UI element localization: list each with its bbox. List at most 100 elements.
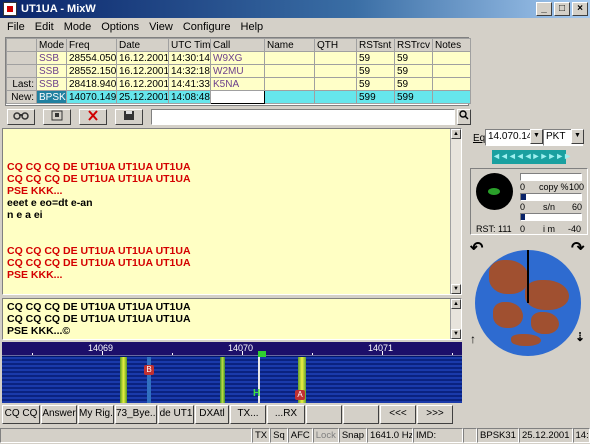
tuning-flag-icon[interactable] [258,351,266,357]
notes-field[interactable] [151,109,455,125]
cell-name[interactable] [264,51,315,65]
col-header-name[interactable]: Name [264,38,315,52]
cell-time[interactable]: 14:08:48 [168,90,211,104]
macro-prev-page-button[interactable]: <<< [380,405,416,424]
scroll-down-icon[interactable]: ▼ [451,329,461,339]
cell-freq[interactable]: 28552.150 [66,64,117,78]
beam-heading-map[interactable]: ↶ ↷ ↑ ⇣ [470,240,588,360]
cell-name[interactable] [264,90,315,104]
cell-rst-snt[interactable]: 59 [356,64,395,78]
cell-qth[interactable] [314,51,357,65]
chevron-down-icon[interactable]: ▼ [571,129,584,144]
delete-x-icon[interactable] [79,109,107,125]
cell-notes[interactable] [432,90,471,104]
macro-dxatl-button[interactable]: DXAtl [195,405,229,424]
rotate-cw-icon[interactable]: ↷ [571,238,584,258]
col-header-utc-time[interactable]: UTC Time [168,38,211,52]
cell-freq[interactable]: 14070.149 [66,90,117,104]
macro-tx-button[interactable]: TX... [230,405,266,424]
col-header-date[interactable]: Date [116,38,169,52]
cell-time[interactable]: 14:41:33 [168,77,211,91]
azimuthal-globe[interactable] [475,250,581,356]
menu-help[interactable]: Help [236,21,269,33]
macro-cq-button[interactable]: CQ CQ [2,405,40,424]
cell-call[interactable]: W9XG [210,51,265,65]
cell-mode[interactable]: SSB [36,64,67,78]
status-lock[interactable]: Lock [312,428,339,443]
cell-call[interactable]: K5NA [210,77,265,91]
cell-notes[interactable] [432,64,471,78]
cell-time[interactable]: 14:32:18 [168,64,211,78]
call-input[interactable] [210,90,265,104]
minimize-button[interactable]: _ [536,2,552,16]
macro-next-page-button[interactable]: >>> [417,405,453,424]
cell-date[interactable]: 25.12.2001 [116,90,169,104]
status-tx[interactable]: TX [252,428,271,443]
log-row[interactable]: SSB 28552.150 16.12.2001 14:32:18 W2MU 5… [6,64,471,78]
cell-qth[interactable] [314,90,357,104]
status-sq[interactable]: Sq [270,428,288,443]
macro-73bye-button[interactable]: 73_Bye... [115,405,157,424]
cell-mode[interactable]: SSB [36,77,67,91]
cell-date[interactable]: 16.12.2001 [116,51,169,65]
menu-file[interactable]: File [2,21,30,33]
cell-notes[interactable] [432,51,471,65]
waterfall-display[interactable]: 14069 14070 14071 B A H [2,342,462,403]
menu-mode[interactable]: Mode [59,21,97,33]
transmit-window[interactable]: CQ CQ CQ DE UT1UA UT1UA UT1UA CQ CQ CQ D… [2,298,462,340]
cell-rst-snt[interactable]: 59 [356,51,395,65]
status-afc[interactable]: AFC [287,428,313,443]
macro-rx-button[interactable]: ...RX [267,405,305,424]
maximize-button[interactable]: □ [554,2,570,16]
rotate-ccw-icon[interactable]: ↶ [470,238,483,258]
macro-answer-button[interactable]: Answer [41,405,77,424]
cell-rst-rcv[interactable]: 59 [394,51,433,65]
cell-qth[interactable] [314,64,357,78]
cell-notes[interactable] [432,77,471,91]
close-button[interactable]: × [572,2,588,16]
binoculars-icon[interactable] [7,109,35,125]
log-row[interactable]: SSB 28554.050 16.12.2001 14:30:14 W9XG 5… [6,51,471,65]
cell-rst-rcv[interactable]: 59 [394,77,433,91]
col-header-call[interactable]: Call [210,38,265,52]
cell-qth[interactable] [314,77,357,91]
log-row-last[interactable]: Last: SSB 28418.940 16.12.2001 14:41:33 … [6,77,471,91]
cell-rst-snt[interactable]: 59 [356,77,395,91]
arrow-down-dotted-icon[interactable]: ⇣ [575,330,585,344]
menu-edit[interactable]: Edit [30,21,59,33]
macro-empty-button[interactable] [343,405,379,424]
scroll-up-icon[interactable]: ▲ [451,129,461,139]
cell-rst-snt[interactable]: 599 [356,90,395,104]
scroll-down-icon[interactable]: ▼ [451,284,461,294]
col-header-rstrcv[interactable]: RSTrcv [394,38,433,52]
cell-freq[interactable]: 28554.050 [66,51,117,65]
cell-time[interactable]: 14:30:14 [168,51,211,65]
cell-freq[interactable]: 28418.940 [66,77,117,91]
status-mode[interactable]: BPSK31 [477,428,519,443]
marker-a[interactable]: A [295,390,305,400]
cell-call[interactable]: W2MU [210,64,265,78]
cell-mode[interactable]: SSB [36,51,67,65]
scroll-up-icon[interactable]: ▲ [451,299,461,309]
col-header-rstsnt[interactable]: RSTsnt [356,38,395,52]
col-header-qth[interactable]: QTH [314,38,357,52]
save-disk-icon[interactable] [115,109,143,125]
macro-deut1-button[interactable]: de UT1 [158,405,194,424]
receive-window[interactable]: CQ CQ CQ DE UT1UA UT1UA UT1UA CQ CQ CQ D… [2,128,462,295]
tx-scrollbar[interactable]: ▲ ▼ [450,299,461,339]
macro-myrig-button[interactable]: My Rig.. [78,405,114,424]
menu-configure[interactable]: Configure [178,21,236,33]
grab-icon[interactable] [43,109,71,125]
marker-b[interactable]: B [144,365,154,375]
cell-name[interactable] [264,77,315,91]
cell-date[interactable]: 16.12.2001 [116,64,169,78]
col-header-freq[interactable]: Freq [66,38,117,52]
chevron-down-icon[interactable]: ▼ [530,129,543,144]
menu-view[interactable]: View [144,21,178,33]
macro-empty-button[interactable] [306,405,342,424]
col-header-notes[interactable]: Notes [432,38,471,52]
arrow-up-icon[interactable]: ↑ [470,332,476,346]
rx-scrollbar[interactable]: ▲ ▼ [450,129,461,294]
col-header-mode[interactable]: Mode [36,38,67,52]
menu-options[interactable]: Options [96,21,144,33]
